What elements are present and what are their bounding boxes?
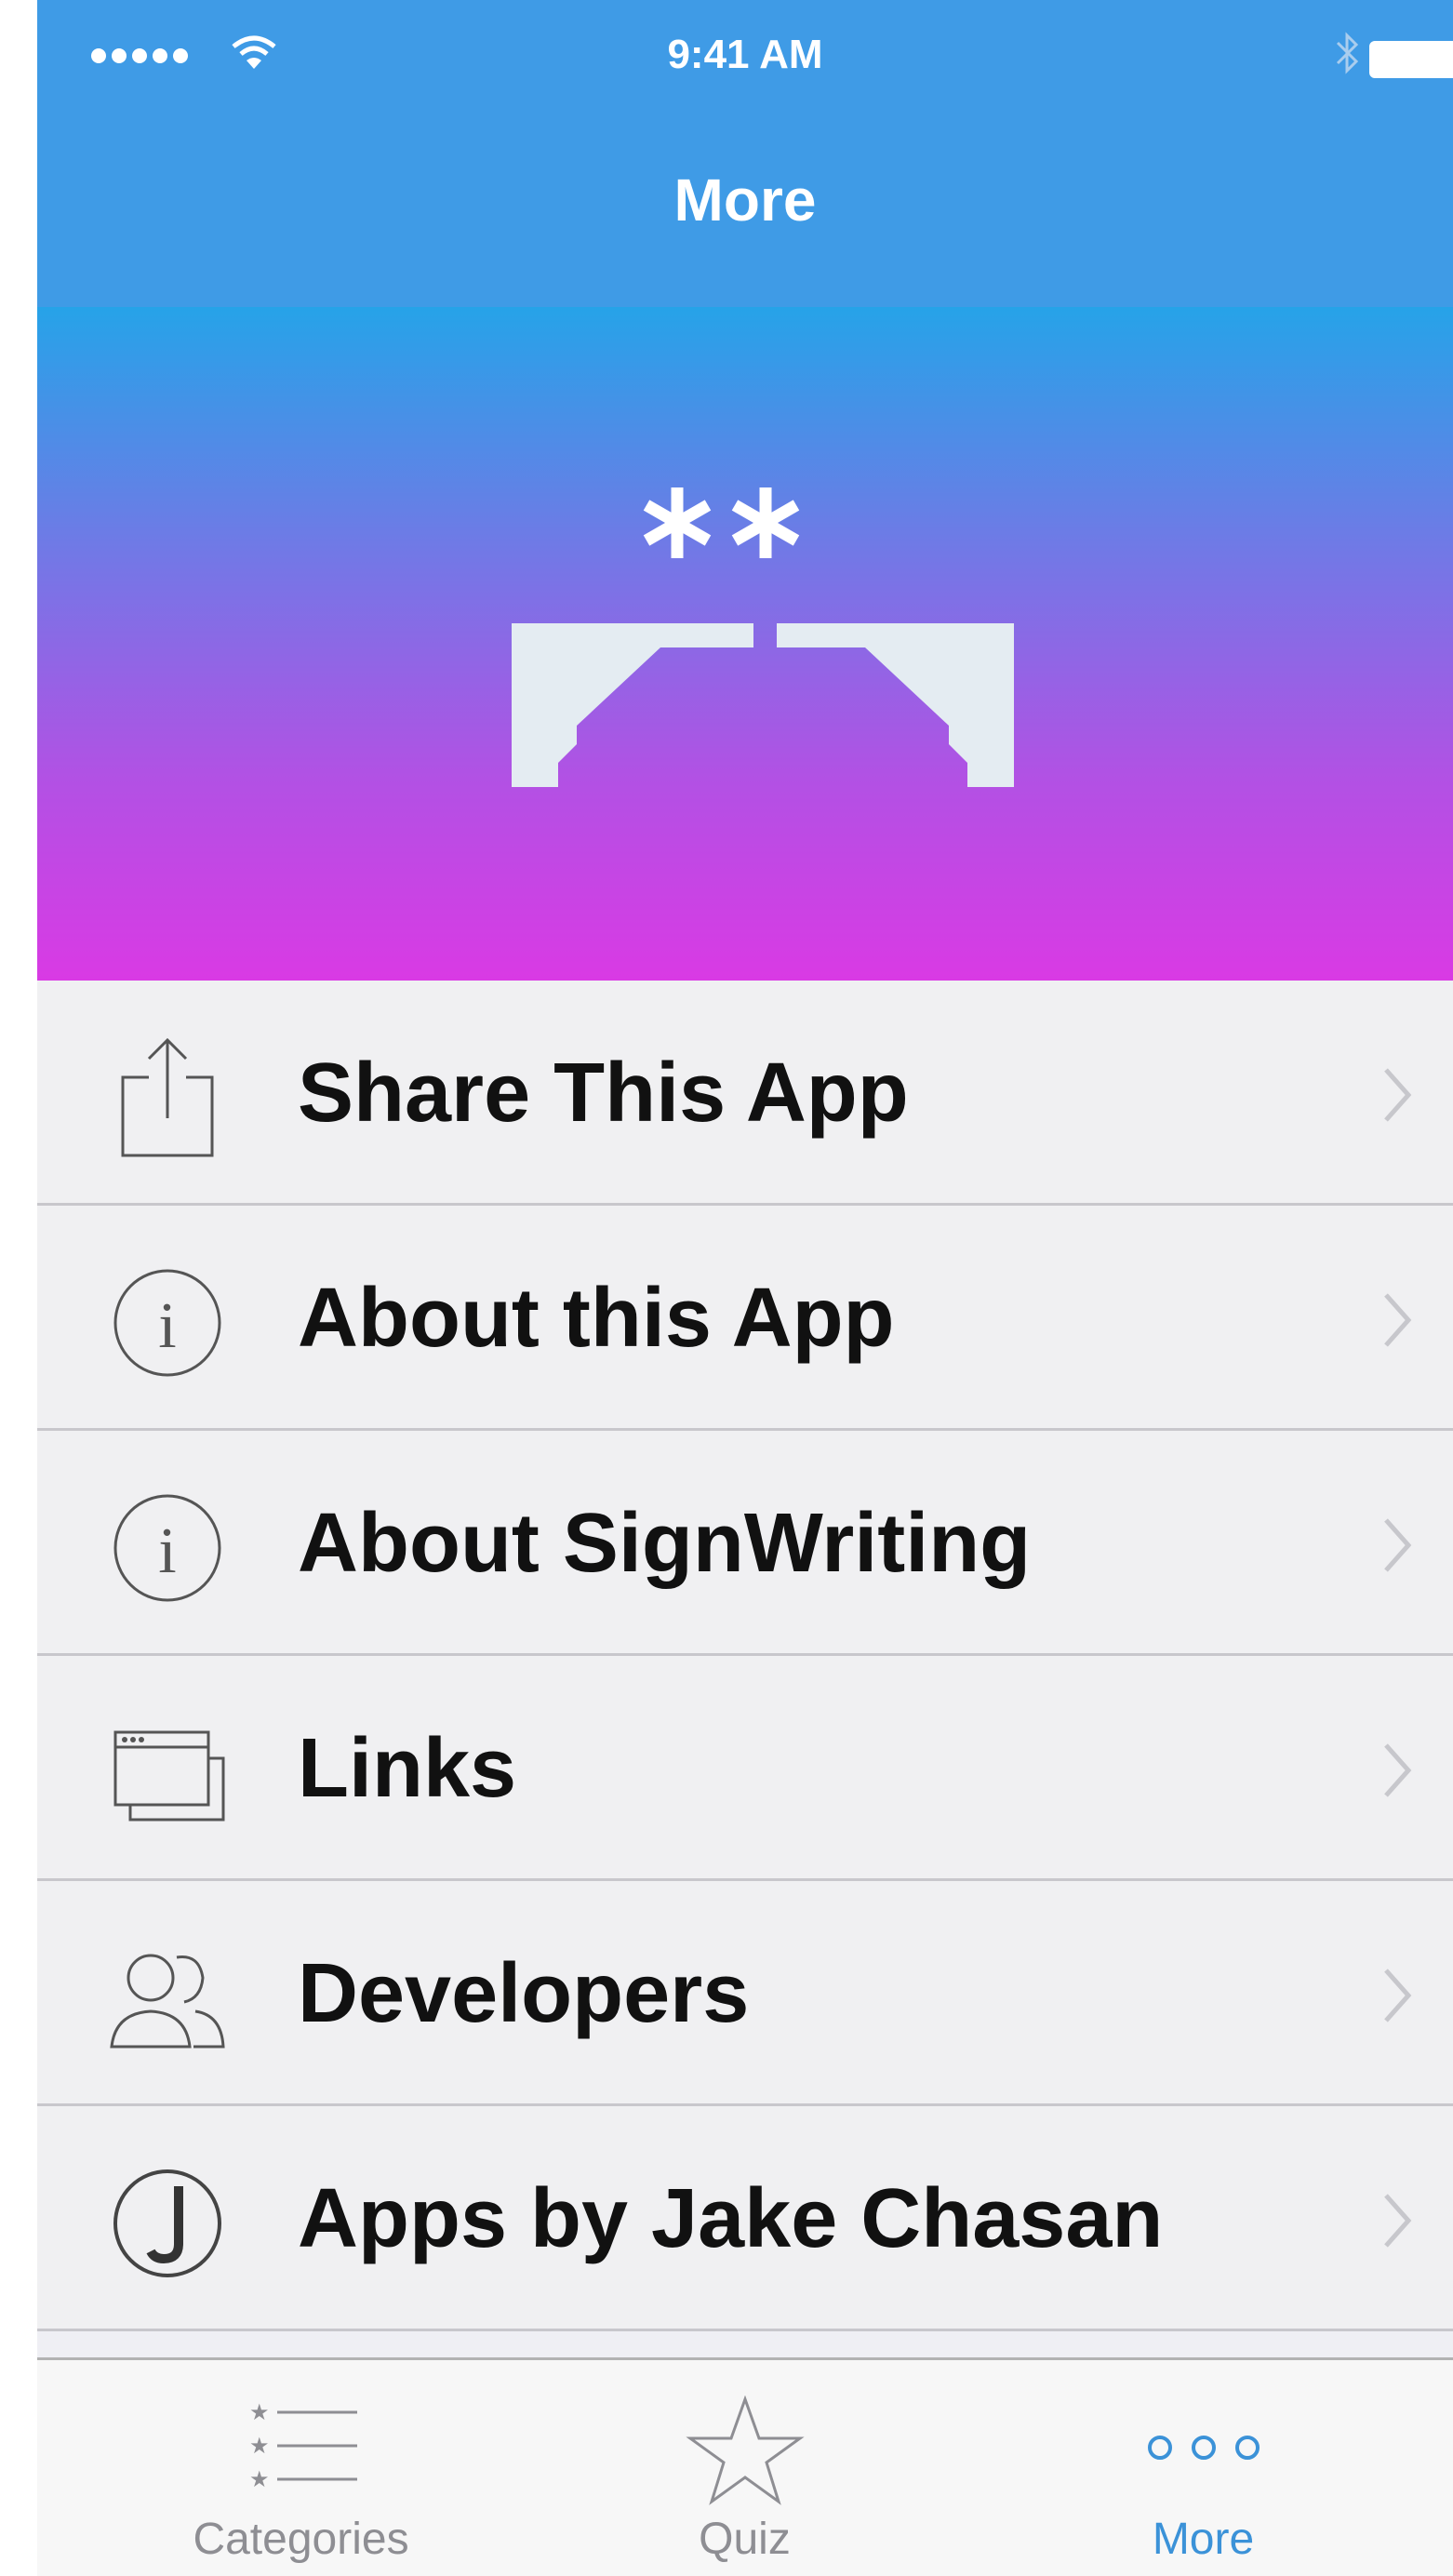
chevron-right-icon bbox=[1384, 1293, 1412, 1347]
chevron-right-icon bbox=[1384, 1743, 1412, 1797]
svg-text:i: i bbox=[158, 1515, 176, 1587]
svg-text:★: ★ bbox=[249, 2466, 270, 2492]
menu-item-about-app[interactable]: i About this App bbox=[37, 1206, 1453, 1431]
share-icon bbox=[121, 1037, 214, 1157]
info-icon: i bbox=[113, 1269, 221, 1377]
menu-item-label: About SignWriting bbox=[298, 1497, 1032, 1590]
j-circle-icon bbox=[113, 2169, 221, 2277]
tab-more[interactable]: More bbox=[967, 2360, 1439, 2576]
people-icon bbox=[110, 1954, 225, 2049]
phone-screen: 9:41 AM More Share This App i About this… bbox=[37, 0, 1453, 2576]
menu-item-links[interactable]: Links bbox=[37, 1656, 1453, 1881]
menu-item-label: About this App bbox=[298, 1272, 895, 1365]
menu-item-label: Share This App bbox=[298, 1047, 909, 1140]
menu-item-label: Developers bbox=[298, 1947, 750, 2040]
tab-label: Categories bbox=[193, 2515, 409, 2564]
browser-windows-icon bbox=[113, 1730, 225, 1822]
svg-text:★: ★ bbox=[249, 2399, 270, 2425]
bluetooth-icon bbox=[1336, 32, 1359, 74]
chevron-right-icon bbox=[1384, 1518, 1412, 1572]
menu-item-label: Apps by Jake Chasan bbox=[298, 2172, 1164, 2265]
menu-item-label: Links bbox=[298, 1722, 517, 1815]
header-banner bbox=[37, 307, 1453, 981]
tab-bar: ★ ★ ★ Categories Quiz More bbox=[37, 2357, 1453, 2576]
menu-item-about-signwriting[interactable]: i About SignWriting bbox=[37, 1431, 1453, 1656]
chevron-right-icon bbox=[1384, 2194, 1412, 2248]
star-icon bbox=[685, 2396, 805, 2505]
left-gutter bbox=[0, 0, 37, 2576]
svg-text:★: ★ bbox=[249, 2433, 270, 2459]
more-dots-icon bbox=[1147, 2436, 1260, 2460]
signwriting-logo bbox=[512, 487, 1014, 787]
menu-item-share-app[interactable]: Share This App bbox=[37, 981, 1453, 1206]
tab-label: More bbox=[1152, 2515, 1255, 2564]
chevron-right-icon bbox=[1384, 1068, 1412, 1122]
status-bar: 9:41 AM bbox=[37, 0, 1453, 112]
tab-quiz[interactable]: Quiz bbox=[509, 2360, 980, 2576]
svg-text:i: i bbox=[158, 1290, 176, 1362]
tab-label: Quiz bbox=[699, 2515, 791, 2564]
status-time: 9:41 AM bbox=[667, 32, 823, 77]
battery-icon bbox=[1369, 41, 1453, 78]
starred-list-icon: ★ ★ ★ bbox=[249, 2399, 357, 2492]
page-title: More bbox=[673, 167, 817, 234]
navigation-bar: 9:41 AM More bbox=[37, 0, 1453, 307]
chevron-right-icon bbox=[1384, 1969, 1412, 2022]
menu-item-apps-by-developer[interactable]: Apps by Jake Chasan bbox=[37, 2106, 1453, 2331]
menu-item-developers[interactable]: Developers bbox=[37, 1881, 1453, 2106]
tab-categories[interactable]: ★ ★ ★ Categories bbox=[65, 2360, 537, 2576]
info-icon: i bbox=[113, 1494, 221, 1602]
more-menu-list: Share This App i About this App i About … bbox=[37, 981, 1453, 2331]
